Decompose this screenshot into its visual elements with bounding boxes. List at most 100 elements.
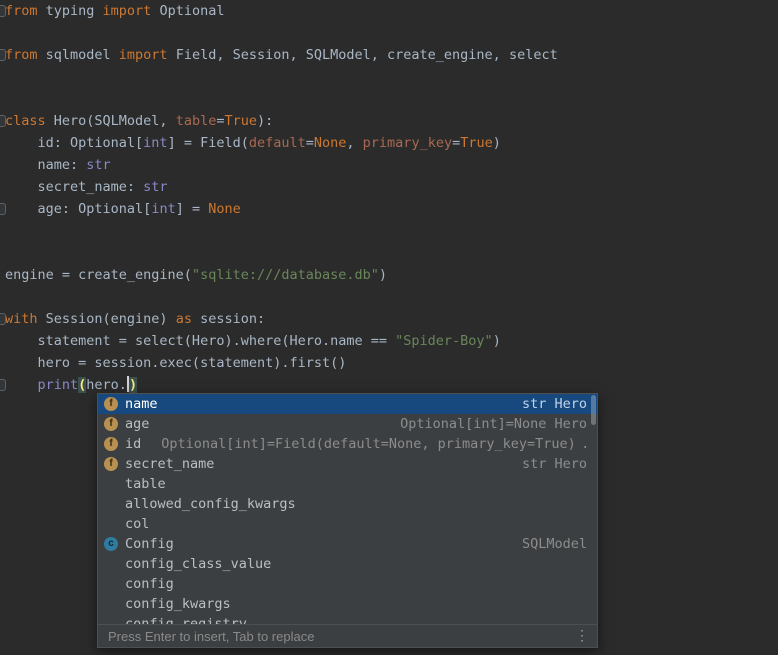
code-token: ] = <box>176 201 209 217</box>
code-token: hero = session.exec(statement).first() <box>5 355 346 371</box>
completion-item-name[interactable]: fname str Hero <box>98 394 597 414</box>
completion-item-signature: Optional[int]=Field(default=None, primar… <box>161 436 587 452</box>
code-token: print <box>38 377 79 393</box>
gutter-icon <box>0 5 6 17</box>
code-line-5[interactable]: class Hero(SQLModel, table=True): <box>0 110 778 132</box>
completion-item-config_kwargs[interactable]: config_kwargs <box>98 594 597 614</box>
completion-item-label: id <box>125 436 141 452</box>
completion-item-allowed_config_kwargs[interactable]: allowed_config_kwargs <box>98 494 597 514</box>
code-line-10[interactable] <box>0 220 778 242</box>
code-token: age: Optional[ <box>5 201 151 217</box>
gutter-icon <box>0 379 6 391</box>
code-line-0[interactable]: from typing import Optional <box>0 0 778 22</box>
field-icon: f <box>104 457 118 471</box>
completion-item-config[interactable]: config <box>98 574 597 594</box>
code-line-2[interactable]: from sqlmodel import Field, Session, SQL… <box>0 44 778 66</box>
code-token: as <box>176 311 192 327</box>
code-token: typing <box>38 3 103 19</box>
completion-item-label: table <box>125 476 166 492</box>
code-token: ) <box>129 377 137 393</box>
completion-item-label: col <box>125 516 149 532</box>
code-token: ) <box>493 135 501 151</box>
code-line-14[interactable]: with Session(engine) as session: <box>0 308 778 330</box>
completion-item-Config[interactable]: cConfigSQLModel <box>98 534 597 554</box>
completion-item-type: str Hero <box>522 396 587 412</box>
code-token: from <box>5 3 38 19</box>
code-line-7[interactable]: name: str <box>0 154 778 176</box>
code-line-12[interactable]: engine = create_engine("sqlite:///databa… <box>0 264 778 286</box>
code-token: str <box>86 157 110 173</box>
kebab-menu-icon[interactable]: ⋮ <box>575 629 589 643</box>
completion-item-label: config_registry <box>125 616 247 624</box>
code-token: = <box>306 135 314 151</box>
code-token: , <box>346 135 362 151</box>
code-token: primary_key <box>363 135 452 151</box>
code-token: ] = Field( <box>168 135 249 151</box>
code-token: "sqlite:///database.db" <box>192 267 379 283</box>
code-line-11[interactable] <box>0 242 778 264</box>
gutter-icon <box>0 49 6 61</box>
code-token: hero. <box>86 377 127 393</box>
code-line-3[interactable] <box>0 66 778 88</box>
gutter-icon <box>0 115 6 127</box>
no-icon-spacer <box>104 577 118 591</box>
field-icon: f <box>104 397 118 411</box>
completion-list: fnamestr HerofageOptional[int]=None Hero… <box>98 394 597 624</box>
completion-item-type: SQLModel <box>522 536 587 552</box>
field-icon: f <box>104 437 118 451</box>
code-token: import <box>103 3 152 19</box>
no-icon-spacer <box>104 597 118 611</box>
code-line-4[interactable] <box>0 88 778 110</box>
code-line-6[interactable]: id: Optional[int] = Field(default=None, … <box>0 132 778 154</box>
gutter-icon <box>0 313 6 325</box>
code-token: Field, Session, SQLModel, create_engine,… <box>168 47 558 63</box>
code-token: True <box>460 135 493 151</box>
code-line-15[interactable]: statement = select(Hero).where(Hero.name… <box>0 330 778 352</box>
no-icon-spacer <box>104 517 118 531</box>
completion-item-id[interactable]: fid Optional[int]=Field(default=None, pri… <box>98 434 597 454</box>
no-icon-spacer <box>104 497 118 511</box>
code-token: Optional <box>151 3 224 19</box>
code-area[interactable]: from typing import Optionalfrom sqlmodel… <box>0 0 778 396</box>
completion-item-label: config <box>125 576 174 592</box>
code-token: statement = select(Hero).where(Hero.name… <box>5 333 395 349</box>
code-token: session: <box>192 311 265 327</box>
code-token: table <box>176 113 217 129</box>
code-line-16[interactable]: hero = session.exec(statement).first() <box>0 352 778 374</box>
completion-item-table[interactable]: table <box>98 474 597 494</box>
code-line-1[interactable] <box>0 22 778 44</box>
class-icon: c <box>104 537 118 551</box>
code-token: int <box>143 135 167 151</box>
code-line-9[interactable]: age: Optional[int] = None <box>0 198 778 220</box>
completion-item-config_class_value[interactable]: config_class_value <box>98 554 597 574</box>
code-token: int <box>151 201 175 217</box>
code-token: import <box>119 47 168 63</box>
code-token: Session(engine) <box>38 311 176 327</box>
code-line-8[interactable]: secret_name: str <box>0 176 778 198</box>
completion-item-label: secret_name <box>125 456 214 472</box>
code-editor: from typing import Optionalfrom sqlmodel… <box>0 0 778 655</box>
code-token: id: Optional[ <box>5 135 143 151</box>
completion-footer-hint: Press Enter to insert, Tab to replace <box>108 629 314 644</box>
completion-item-label: config_kwargs <box>125 596 231 612</box>
completion-item-type: str Hero <box>522 456 587 472</box>
code-token: None <box>314 135 347 151</box>
code-token: sqlmodel <box>38 47 119 63</box>
code-token: engine = create_engine( <box>5 267 192 283</box>
code-token: ): <box>257 113 273 129</box>
completion-item-label: config_class_value <box>125 556 271 572</box>
code-token: name: <box>5 157 86 173</box>
completion-item-label: name <box>125 396 158 412</box>
code-token: secret_name: <box>5 179 143 195</box>
no-icon-spacer <box>104 617 118 624</box>
code-token: str <box>143 179 167 195</box>
no-icon-spacer <box>104 557 118 571</box>
popup-scrollbar-thumb[interactable] <box>591 395 596 425</box>
completion-item-age[interactable]: fageOptional[int]=None Hero <box>98 414 597 434</box>
completion-item-type: Optional[int]=None Hero <box>400 416 587 432</box>
code-line-13[interactable] <box>0 286 778 308</box>
completion-item-config_registry[interactable]: config_registry <box>98 614 597 624</box>
completion-item-col[interactable]: col <box>98 514 597 534</box>
no-icon-spacer <box>104 477 118 491</box>
completion-item-secret_name[interactable]: f secret_name str Hero <box>98 454 597 474</box>
